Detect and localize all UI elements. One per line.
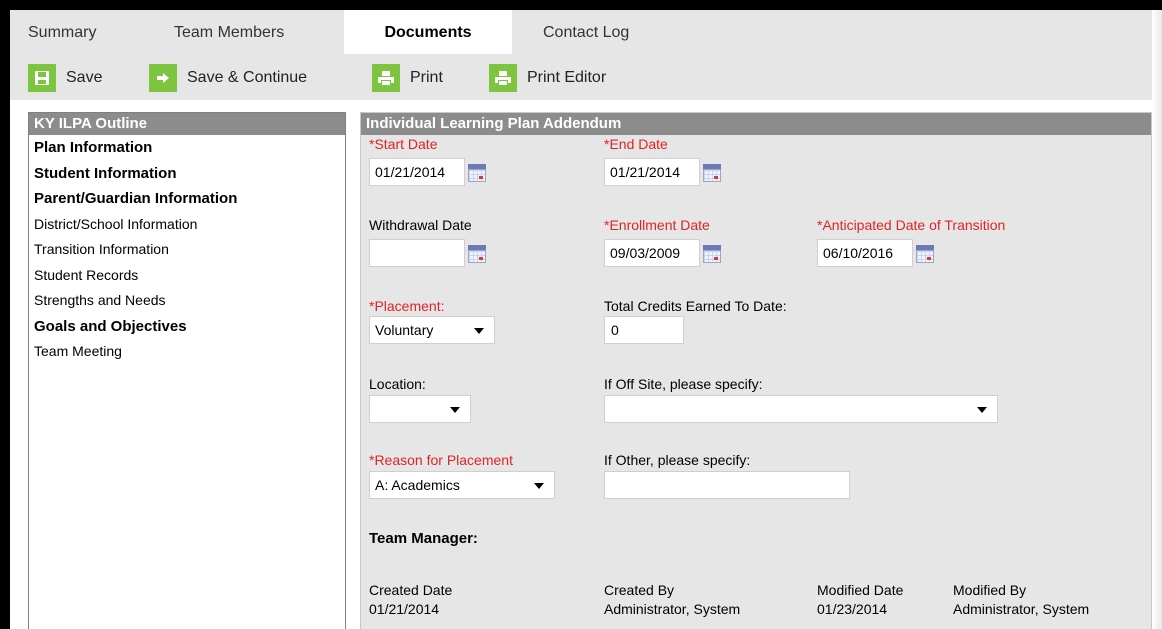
reason-value: A: Academics — [375, 477, 460, 493]
tab-summary[interactable]: Summary — [28, 10, 96, 54]
modified-by-label: Modified By — [953, 582, 1027, 598]
outline-item[interactable]: District/School Information — [29, 212, 345, 238]
placement-label: *Placement: — [369, 298, 445, 314]
modified-date-label: Modified Date — [817, 582, 904, 598]
app-window: Summary Team Members Documents Contact L… — [0, 0, 1162, 629]
other-label: If Other, please specify: — [604, 452, 751, 468]
save-label: Save — [66, 69, 103, 86]
off-site-select[interactable] — [604, 395, 998, 423]
save-continue-button[interactable]: Save & Continue — [149, 64, 307, 92]
start-date-label: *Start Date — [369, 136, 438, 152]
chevron-down-icon — [474, 328, 484, 334]
modified-date-value: 01/23/2014 — [817, 601, 888, 617]
outline-list: Plan Information Student Information Paren… — [29, 135, 345, 365]
calendar-icon[interactable] — [703, 164, 721, 182]
save-icon — [28, 64, 56, 92]
end-date-field[interactable]: 01/21/2014 — [604, 158, 700, 186]
print-button[interactable]: Print — [372, 64, 443, 92]
outline-item[interactable]: Goals and Objectives — [29, 314, 345, 340]
window-border-left — [0, 0, 10, 629]
window-border-top — [0, 0, 1162, 10]
save-continue-label: Save & Continue — [187, 69, 308, 86]
withdrawal-date-field[interactable] — [369, 239, 465, 267]
chevron-down-icon — [977, 407, 987, 413]
tab-team-members[interactable]: Team Members — [174, 10, 284, 54]
modified-by-value: Administrator, System — [953, 601, 1090, 617]
off-site-label: If Off Site, please specify: — [604, 376, 763, 392]
total-credits-input[interactable]: 0 — [604, 316, 684, 344]
print-editor-button[interactable]: Print Editor — [489, 64, 606, 92]
created-by-value: Administrator, System — [604, 601, 741, 617]
arrow-right-icon — [149, 64, 177, 92]
placement-value: Voluntary — [375, 322, 434, 338]
tab-bar: Summary Team Members Documents Contact L… — [10, 10, 1152, 54]
plan-addendum-form: Individual Learning Plan Addendum *Start… — [360, 112, 1152, 629]
printer-icon — [372, 64, 400, 92]
total-credits-label: Total Credits Earned To Date: — [604, 298, 787, 314]
save-button[interactable]: Save — [28, 64, 102, 92]
created-by-label: Created By — [604, 582, 675, 598]
reason-label: *Reason for Placement — [369, 452, 513, 468]
tab-documents[interactable]: Documents — [344, 10, 512, 54]
calendar-icon[interactable] — [468, 164, 486, 182]
window-shadow — [1152, 10, 1162, 629]
outline-panel: KY ILPA Outline Plan Information Student … — [28, 112, 346, 629]
calendar-icon[interactable] — [468, 245, 486, 263]
enrollment-date-field[interactable]: 09/03/2009 — [604, 239, 700, 267]
outline-item[interactable]: Student Records — [29, 263, 345, 289]
transition-date-field[interactable]: 06/10/2016 — [817, 239, 913, 267]
form-title: Individual Learning Plan Addendum — [361, 113, 1151, 135]
placement-select[interactable]: Voluntary — [369, 316, 495, 344]
tab-contact-log[interactable]: Contact Log — [543, 10, 629, 54]
outline-item[interactable]: Team Meeting — [29, 339, 345, 365]
outline-item[interactable]: Student Information — [29, 161, 345, 187]
outline-title: KY ILPA Outline — [29, 113, 345, 135]
outline-item[interactable]: Plan Information — [29, 135, 345, 161]
created-date-label: Created Date — [369, 582, 453, 598]
start-date-field[interactable]: 01/21/2014 — [369, 158, 465, 186]
reason-select[interactable]: A: Academics — [369, 471, 555, 499]
withdrawal-date-label: Withdrawal Date — [369, 217, 472, 233]
chevron-down-icon — [534, 483, 544, 489]
end-date-label: *End Date — [604, 136, 668, 152]
print-editor-label: Print Editor — [527, 69, 607, 86]
transition-date-label: *Anticipated Date of Transition — [817, 217, 1006, 233]
printer-icon — [489, 64, 517, 92]
enrollment-date-label: *Enrollment Date — [604, 217, 710, 233]
team-manager-label: Team Manager: — [369, 530, 478, 547]
outline-item[interactable]: Parent/Guardian Information — [29, 186, 345, 212]
calendar-icon[interactable] — [703, 245, 721, 263]
location-select[interactable] — [369, 395, 471, 423]
other-input[interactable] — [604, 471, 850, 499]
toolbar: Save Save & Continue Print Print Editor — [10, 54, 1152, 100]
calendar-icon[interactable] — [916, 245, 934, 263]
print-label: Print — [410, 69, 443, 86]
outline-item[interactable]: Strengths and Needs — [29, 288, 345, 314]
outline-item[interactable]: Transition Information — [29, 237, 345, 263]
created-date-value: 01/21/2014 — [369, 601, 440, 617]
location-label: Location: — [369, 376, 426, 392]
chevron-down-icon — [450, 407, 460, 413]
